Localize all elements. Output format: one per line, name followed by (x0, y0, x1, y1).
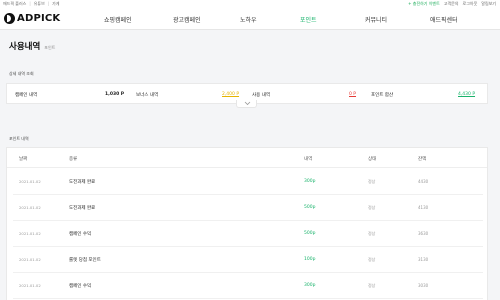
page-title: 사용내역 포인트 (9, 40, 55, 52)
utility-link-store[interactable]: 가게 (52, 1, 59, 7)
nav-community[interactable]: 커뮤니티 (365, 15, 387, 24)
column-header-status: 상태 (368, 157, 377, 162)
page-subtitle: 포인트 (44, 45, 56, 50)
row-amount: 500p (304, 205, 316, 210)
row-category: 캠페인 수익 (69, 284, 92, 289)
column-header-category: 종류 (69, 157, 78, 162)
points-history-table: 날짜 종류 내역 상태 잔액 2021.01.02 도전과제 완료 300p 정… (6, 147, 488, 300)
row-status: 정상 (368, 205, 376, 210)
row-category: 캠페인 수익 (69, 232, 92, 237)
row-category: 도전과제 완료 (69, 180, 96, 185)
utility-link-adpick-plus[interactable]: 애드픽 플러스 (3, 1, 26, 7)
summary-label-campaign: 캠페인 내역 (15, 93, 38, 98)
summary-label-used: 사용 내역 (252, 93, 270, 98)
summary-value-total[interactable]: 4,430 P (458, 92, 475, 97)
column-header-amount: 내역 (304, 157, 313, 162)
row-status: 정상 (368, 283, 376, 288)
charge-event-link[interactable]: + 충전하기 이벤트 (408, 1, 440, 7)
page-title-text: 사용내역 (9, 42, 41, 52)
summary-expand-toggle[interactable] (236, 100, 257, 108)
nav-knowhow[interactable]: 노하우 (240, 15, 257, 24)
row-balance: 3630 (418, 231, 429, 236)
main-header: ADPICK 쇼핑캠페인 광고캠페인 노하우 포인트 커뮤니티 애드픽센터 (0, 9, 500, 30)
table-row: 2021.01.02 도전과제 완료 500p 정상 4130 (13, 195, 483, 221)
table-header: 날짜 종류 내역 상태 잔액 (7, 148, 487, 168)
row-category: 도전과제 완료 (69, 206, 96, 211)
row-date: 2021.01.02 (19, 231, 41, 236)
summary-value-bonus[interactable]: 2,400 P (222, 92, 239, 97)
utility-link-youtube[interactable]: 유튜브 (34, 1, 45, 7)
main-nav: 쇼핑캠페인 광고캠페인 노하우 포인트 커뮤니티 애드픽센터 (0, 15, 500, 25)
utility-link-support[interactable]: 고객문의 (444, 1, 459, 7)
row-balance: 3030 (418, 283, 429, 288)
utility-bar: 애드픽 플러스 | 유튜브 | 가게 + 충전하기 이벤트 고객문의 로그아웃 … (0, 0, 500, 9)
history-section-label: 포인트 내역 (9, 136, 29, 141)
row-status: 정상 (368, 179, 376, 184)
summary-value-campaign: 1,030 P (105, 92, 125, 97)
nav-shopping-campaign[interactable]: 쇼핑캠페인 (104, 15, 132, 24)
divider: | (29, 1, 31, 6)
row-date: 2021.01.02 (19, 179, 41, 184)
row-category: 룰렛 당첨 포인트 (69, 258, 101, 263)
summary-label-bonus: 보너스 내역 (136, 93, 159, 98)
row-amount: 500p (304, 231, 316, 236)
divider: | (47, 1, 50, 6)
row-date: 2021.01.02 (19, 257, 41, 262)
summary-value-used[interactable]: 0 P (349, 92, 356, 97)
row-amount: 300p (304, 179, 316, 184)
row-amount: 100p (304, 257, 316, 262)
row-balance: 3130 (418, 257, 429, 262)
logout-link[interactable]: 로그아웃 (463, 1, 478, 7)
nav-adpick-center[interactable]: 애드픽센터 (430, 15, 458, 24)
row-balance: 4430 (418, 179, 429, 184)
table-row: 2021.01.02 도전과제 완료 300p 정상 4430 (13, 169, 483, 195)
nav-points[interactable]: 포인트 (300, 15, 317, 24)
row-status: 정상 (368, 231, 376, 236)
nav-ad-campaign[interactable]: 광고캠페인 (173, 15, 201, 24)
row-date: 2021.01.02 (19, 283, 41, 288)
column-header-date: 날짜 (19, 157, 28, 162)
summary-label-total: 포인트 합산 (371, 93, 394, 98)
summary-section-label: 상세 내역 조회 (9, 71, 34, 76)
row-amount: 300p (304, 283, 316, 288)
column-header-balance: 잔액 (418, 157, 427, 162)
row-balance: 4130 (418, 205, 429, 210)
notifications-link[interactable]: 알림보기 (481, 1, 496, 7)
row-status: 정상 (368, 257, 376, 262)
table-row: 2021.01.02 캠페인 수익 500p 정상 3630 (13, 221, 483, 247)
row-date: 2021.01.02 (19, 205, 41, 210)
table-row: 2021.01.02 캠페인 수익 300p 정상 3030 (13, 273, 483, 299)
table-row: 2021.01.02 룰렛 당첨 포인트 100p 정상 3130 (13, 247, 483, 273)
chevron-down-icon (244, 101, 251, 106)
